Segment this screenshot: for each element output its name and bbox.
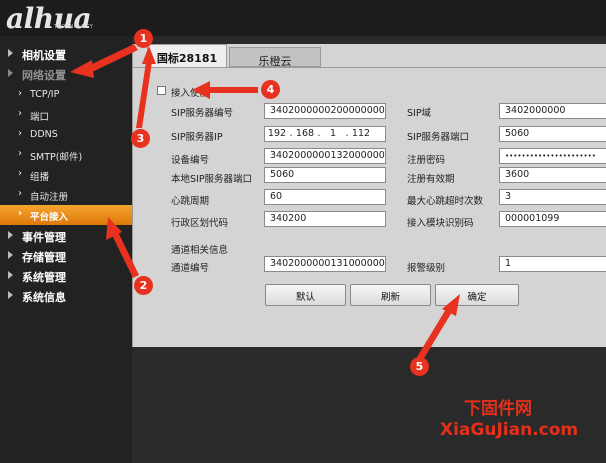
chevron-right-icon: › bbox=[18, 208, 23, 219]
sidebar-subitem-platform-access[interactable]: › 平台接入 bbox=[0, 205, 132, 225]
region-code-input[interactable]: 340200 bbox=[264, 211, 386, 227]
enable-checkbox[interactable] bbox=[157, 86, 166, 95]
sidebar-subitem-label: 端口 bbox=[30, 112, 50, 123]
sidebar-item-system-info[interactable]: 系统信息 bbox=[0, 286, 132, 306]
max-heartbeat-timeouts-label: 最大心跳超时次数 bbox=[407, 196, 484, 207]
sip-server-ip-input[interactable]: 192. 168. 1. 112 bbox=[264, 126, 386, 142]
sip-domain-input[interactable]: 3402000000 bbox=[499, 103, 606, 119]
chevron-right-icon: › bbox=[18, 108, 22, 119]
heartbeat-period-label: 心跳周期 bbox=[171, 196, 210, 207]
local-sip-port-input[interactable]: 5060 bbox=[264, 167, 386, 183]
ip-octet-2[interactable]: 168 bbox=[295, 128, 315, 139]
expand-arrow-icon bbox=[8, 69, 13, 77]
sidebar-subitem-smtp[interactable]: › SMTP(邮件) bbox=[0, 145, 132, 165]
expand-arrow-icon bbox=[8, 291, 13, 299]
sidebar-subitem-port[interactable]: › 端口 bbox=[0, 105, 132, 125]
annotation-badge-1: 1 bbox=[134, 29, 153, 48]
sidebar-item-system-management[interactable]: 系统管理 bbox=[0, 266, 132, 286]
register-password-input[interactable]: •••••••••••••••••••••• bbox=[499, 148, 606, 164]
ip-separator: . bbox=[289, 128, 293, 139]
region-code-label: 行政区划代码 bbox=[171, 218, 229, 229]
ip-octet-1[interactable]: 192 bbox=[267, 128, 287, 139]
sidebar-subitem-ddns[interactable]: › DDNS bbox=[0, 125, 132, 145]
chevron-right-icon: › bbox=[18, 88, 22, 99]
sidebar-subitem-label: 组播 bbox=[30, 172, 50, 183]
annotation-badge-4: 4 bbox=[261, 80, 280, 99]
expand-arrow-icon bbox=[8, 49, 13, 57]
sidebar-subitem-label: 自动注册 bbox=[30, 192, 69, 203]
max-heartbeat-timeouts-input[interactable]: 3 bbox=[499, 189, 606, 205]
channel-id-input[interactable]: 34020000001310000001 bbox=[264, 256, 386, 272]
device-id-input[interactable]: 34020000001320000001 bbox=[264, 148, 386, 164]
device-id-label: 设备编号 bbox=[171, 155, 210, 166]
alarm-level-input[interactable]: 1 bbox=[499, 256, 606, 272]
confirm-button[interactable]: 确定 bbox=[435, 284, 519, 306]
alarm-level-label: 报警级别 bbox=[407, 263, 446, 274]
sip-domain-label: SIP域 bbox=[407, 108, 432, 119]
enable-label: 接入使能 bbox=[171, 88, 210, 99]
sip-server-port-input[interactable]: 5060 bbox=[499, 126, 606, 142]
sidebar-subitem-label: DDNS bbox=[30, 129, 58, 140]
expand-arrow-icon bbox=[8, 231, 13, 239]
tab-gb28181[interactable]: 国标28181 bbox=[147, 44, 227, 68]
sidebar-item-event-management[interactable]: 事件管理 bbox=[0, 226, 132, 246]
local-sip-port-label: 本地SIP服务器端口 bbox=[171, 174, 253, 185]
sidebar: 相机设置 网络设置 › TCP/IP › 端口 › DDNS › SMTP(邮件… bbox=[0, 36, 132, 463]
annotation-badge-5: 5 bbox=[410, 357, 429, 376]
channel-section-title: 通道相关信息 bbox=[171, 245, 229, 256]
register-validity-label: 注册有效期 bbox=[407, 174, 455, 185]
sidebar-subitem-tcpip[interactable]: › TCP/IP bbox=[0, 85, 132, 105]
sidebar-subitem-label: SMTP(邮件) bbox=[30, 152, 83, 163]
brand-logo: alhua bbox=[6, 2, 92, 35]
sidebar-item-label: 系统信息 bbox=[22, 291, 66, 304]
expand-arrow-icon bbox=[8, 251, 13, 259]
sip-server-id-label: SIP服务器编号 bbox=[171, 108, 234, 119]
module-id-input[interactable]: 000001099 bbox=[499, 211, 606, 227]
sidebar-subitem-multicast[interactable]: › 组播 bbox=[0, 165, 132, 185]
brand-logo-sub: TECHNOLOGY bbox=[54, 24, 94, 30]
sidebar-item-label: 相机设置 bbox=[22, 49, 66, 62]
chevron-right-icon: › bbox=[18, 188, 22, 199]
ip-octet-3[interactable]: 1 bbox=[323, 128, 343, 139]
tab-lechange-cloud[interactable]: 乐橙云 bbox=[229, 47, 321, 68]
sidebar-item-storage-management[interactable]: 存储管理 bbox=[0, 246, 132, 266]
sidebar-item-network-settings[interactable]: 网络设置 bbox=[0, 64, 132, 84]
ip-octet-4[interactable]: 112 bbox=[351, 128, 371, 139]
sidebar-item-label: 事件管理 bbox=[22, 231, 66, 244]
watermark-chinese: 下固件网 bbox=[464, 399, 532, 419]
sidebar-item-label: 系统管理 bbox=[22, 271, 66, 284]
sidebar-item-label: 网络设置 bbox=[22, 69, 66, 82]
sidebar-subitem-auto-register[interactable]: › 自动注册 bbox=[0, 185, 132, 205]
sip-server-id-input[interactable]: 34020000002000000001 bbox=[264, 103, 386, 119]
chevron-right-icon: › bbox=[18, 128, 22, 139]
heartbeat-period-input[interactable]: 60 bbox=[264, 189, 386, 205]
ip-separator: . bbox=[317, 128, 321, 139]
module-id-label: 接入模块识别码 bbox=[407, 218, 474, 229]
sidebar-subitem-label: 平台接入 bbox=[30, 212, 69, 223]
expand-arrow-icon bbox=[8, 271, 13, 279]
sidebar-item-label: 存储管理 bbox=[22, 251, 66, 264]
watermark-url: XiaGuJian.com bbox=[440, 420, 579, 440]
ip-separator: . bbox=[345, 128, 349, 139]
sidebar-subitem-label: TCP/IP bbox=[30, 89, 60, 100]
annotation-badge-3: 3 bbox=[131, 129, 150, 148]
sip-server-ip-label: SIP服务器IP bbox=[171, 132, 223, 143]
chevron-right-icon: › bbox=[18, 168, 22, 179]
annotation-badge-2: 2 bbox=[134, 276, 153, 295]
refresh-button[interactable]: 刷新 bbox=[350, 284, 431, 306]
register-password-label: 注册密码 bbox=[407, 155, 446, 166]
sip-server-port-label: SIP服务器端口 bbox=[407, 132, 470, 143]
sidebar-item-camera-settings[interactable]: 相机设置 bbox=[0, 44, 132, 64]
top-header: alhua TECHNOLOGY bbox=[0, 0, 606, 36]
tab-divider bbox=[133, 67, 606, 68]
default-button[interactable]: 默认 bbox=[265, 284, 346, 306]
chevron-right-icon: › bbox=[18, 148, 22, 159]
channel-id-label: 通道编号 bbox=[171, 263, 210, 274]
platform-access-panel: 国标28181 乐橙云 接入使能 SIP服务器编号 SIP服务器IP 设备编号 … bbox=[132, 44, 606, 347]
register-validity-input[interactable]: 3600 bbox=[499, 167, 606, 183]
